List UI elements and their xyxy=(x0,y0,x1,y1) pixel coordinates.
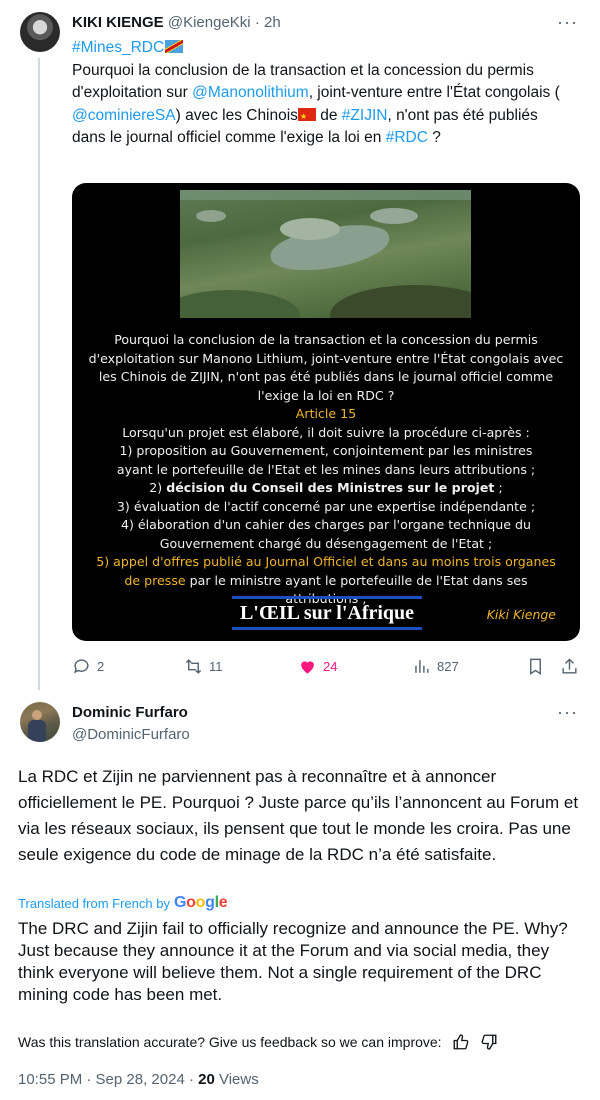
retweet-count: 11 xyxy=(209,658,223,674)
timestamp[interactable]: 10:55 PM · Sep 28, 2024 · xyxy=(18,1071,198,1088)
brand-logo: L'ŒIL sur l'Afrique xyxy=(232,596,422,630)
poster-signature: Kiki Kienge xyxy=(486,607,556,622)
thumbs-up-icon[interactable] xyxy=(452,1033,470,1051)
hashtag-zijin[interactable]: #ZIJIN xyxy=(342,107,388,124)
drc-flag-icon xyxy=(165,40,184,53)
like-count: 24 xyxy=(323,658,338,674)
hashtag-rdc[interactable]: #RDC xyxy=(386,129,428,146)
hashtag-mines-rdc[interactable]: #Mines_RDC xyxy=(72,39,164,56)
author-handle[interactable]: @KiengeKki xyxy=(168,14,251,31)
separator: · xyxy=(254,14,260,31)
reply-icon xyxy=(74,658,89,673)
text-segment: , joint-venture entre l'État congolais ( xyxy=(308,84,560,101)
share-icon xyxy=(562,657,577,674)
reply-text: La RDC et Zijin ne parviennent pas à rec… xyxy=(18,767,579,864)
author-name[interactable]: Dominic Furfaro xyxy=(72,704,188,721)
heart-icon xyxy=(301,660,314,674)
views-label: Views xyxy=(214,1071,259,1088)
poster-intro: Pourquoi la conclusion de la transaction… xyxy=(88,332,564,403)
parent-tweet[interactable]: KIKI KIENGE @KiengeKki · 2h ··· #Mines_R… xyxy=(0,0,600,690)
poster-item-2: 2) décision du Conseil des Ministres sur… xyxy=(149,480,503,495)
text-segment: ? xyxy=(427,129,441,146)
author-handle[interactable]: @DominicFurfaro xyxy=(72,726,190,743)
poster-item-4: 4) élaboration d'un cahier des charges p… xyxy=(120,517,532,551)
views-count: 827 xyxy=(437,658,459,674)
tweet-time[interactable]: 2h xyxy=(264,14,281,31)
poster-lead: Lorsqu'un projet est élaboré, il doit su… xyxy=(122,424,530,440)
more-options-icon[interactable]: ··· xyxy=(557,12,578,32)
retweet-button[interactable]: 11 xyxy=(184,654,223,678)
avatar[interactable] xyxy=(20,12,60,52)
share-button[interactable] xyxy=(560,654,579,678)
thread-connector xyxy=(38,58,40,690)
mention-manonolithium[interactable]: @Manonolithium xyxy=(192,84,309,101)
views-count: 20 xyxy=(198,1071,215,1088)
more-options-icon[interactable]: ··· xyxy=(557,702,578,723)
google-logo: Google xyxy=(173,894,228,911)
author-name[interactable]: KIKI KIENGE xyxy=(72,14,164,31)
tweet-media-image[interactable]: Pourquoi la conclusion de la transaction… xyxy=(72,183,580,641)
bookmark-icon xyxy=(530,658,541,675)
retweet-icon xyxy=(185,658,202,674)
translated-label: Translated from French by xyxy=(18,895,170,911)
landscape-photo xyxy=(180,190,471,318)
tweet-header: KIKI KIENGE @KiengeKki · 2h xyxy=(72,13,281,33)
translation-feedback: Was this translation accurate? Give us f… xyxy=(18,1033,583,1051)
tweet-text: #Mines_RDC Pourquoi la conclusion de la … xyxy=(72,37,572,150)
poster-item-1: 1) proposition au Gouvernement, conjoint… xyxy=(116,443,536,477)
reply-count: 2 xyxy=(97,658,105,674)
views-chart-icon xyxy=(415,659,429,673)
like-button[interactable]: 24 xyxy=(298,654,337,678)
thumbs-down-icon[interactable] xyxy=(480,1033,498,1051)
poster-text: Pourquoi la conclusion de la transaction… xyxy=(72,331,580,609)
text-segment: ) avec les Chinois xyxy=(175,106,298,124)
translation-attribution[interactable]: Translated from French by Google xyxy=(18,894,228,912)
china-flag-icon xyxy=(297,106,316,128)
timestamp-line: 10:55 PM · Sep 28, 2024 · 20 Views xyxy=(18,1071,259,1088)
text-segment: de xyxy=(315,106,342,124)
reply-button[interactable]: 2 xyxy=(72,654,104,678)
tweet-actions: 2 11 24 827 xyxy=(72,654,580,678)
bookmark-button[interactable] xyxy=(526,654,545,678)
feedback-prompt: Was this translation accurate? Give us f… xyxy=(18,1034,442,1050)
views-button[interactable]: 827 xyxy=(412,654,459,678)
poster-article: Article 15 xyxy=(295,406,357,421)
poster-item-3: 3) évaluation de l'actif concerné par un… xyxy=(116,498,536,514)
mention-cominieresa[interactable]: @cominiereSA xyxy=(72,107,176,124)
reply-tweet[interactable]: Dominic Furfaro @DominicFurfaro ··· La R… xyxy=(0,690,600,1100)
avatar[interactable] xyxy=(20,702,60,742)
translated-text: The DRC and Zijin fail to officially rec… xyxy=(18,919,568,1004)
